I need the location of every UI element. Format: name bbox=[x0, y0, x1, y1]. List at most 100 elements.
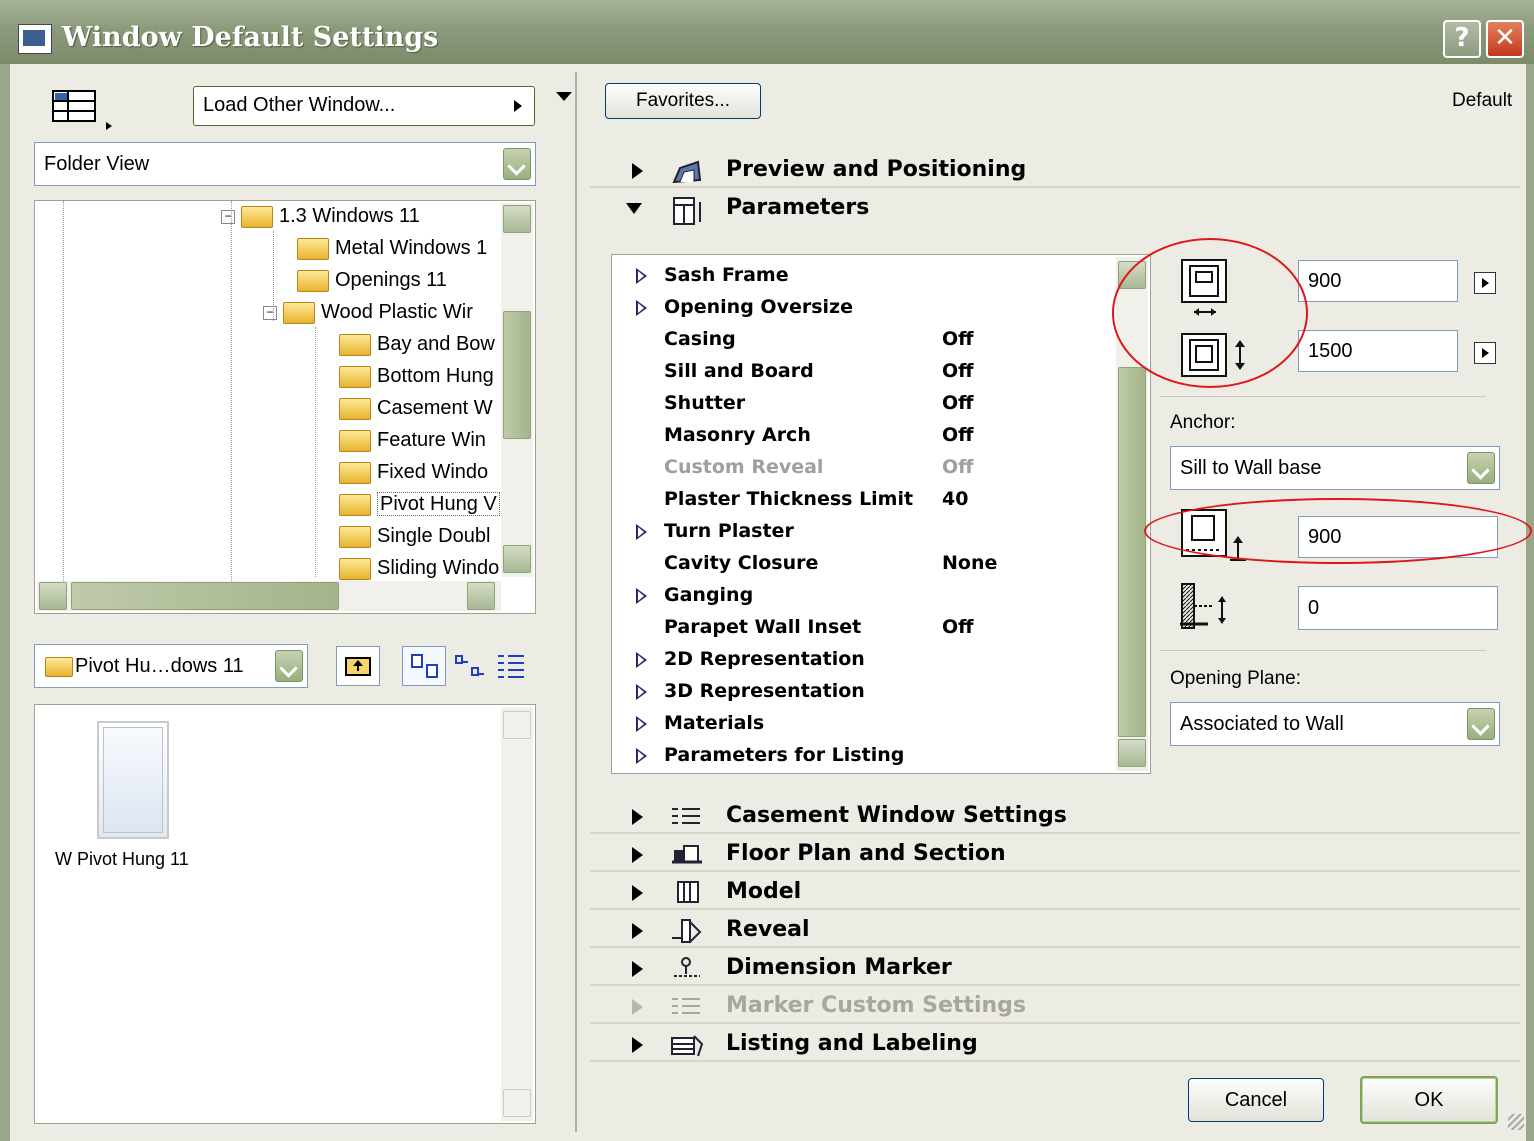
parameter-row[interactable]: Opening Oversize bbox=[612, 291, 1112, 323]
expand-arrow-icon[interactable] bbox=[636, 748, 647, 764]
scroll-left-button[interactable] bbox=[39, 582, 67, 610]
tree-item-bay-and-bow[interactable]: Bay and Bow bbox=[339, 333, 495, 363]
parameter-row[interactable]: Turn Plaster bbox=[612, 515, 1112, 547]
parameter-row[interactable]: Casing Off bbox=[612, 323, 1112, 355]
preview-view-icon[interactable] bbox=[402, 646, 446, 686]
view-mode-icon[interactable] bbox=[52, 90, 112, 130]
parameter-value[interactable]: Off bbox=[942, 355, 974, 387]
expand-arrow-icon[interactable] bbox=[636, 300, 647, 316]
load-other-window-button[interactable]: Load Other Window... bbox=[193, 86, 535, 126]
folder-up-icon[interactable] bbox=[336, 646, 380, 686]
tree-item-feature[interactable]: Feature Win bbox=[339, 429, 486, 459]
expand-arrow-icon[interactable] bbox=[632, 885, 643, 901]
opening-plane-select[interactable]: Associated to Wall bbox=[1170, 702, 1500, 746]
panel-divider[interactable] bbox=[575, 72, 577, 1132]
width-options-arrow-icon[interactable] bbox=[1474, 272, 1496, 294]
parameter-row[interactable]: Materials bbox=[612, 707, 1112, 739]
collapse-toggle-icon[interactable]: − bbox=[263, 305, 277, 320]
parameter-row[interactable]: Sash Frame bbox=[612, 259, 1112, 291]
panel-collapse-arrow-icon[interactable] bbox=[556, 92, 572, 101]
expand-arrow-icon[interactable] bbox=[636, 684, 647, 700]
tree-horizontal-scrollbar[interactable] bbox=[37, 581, 501, 611]
parameter-row[interactable]: Cavity Closure None bbox=[612, 547, 1112, 579]
tree-item-wood-plastic[interactable]: − Wood Plastic Wir bbox=[263, 301, 473, 331]
anchor-dropdown-button[interactable] bbox=[1467, 452, 1495, 484]
parameter-value[interactable]: Off bbox=[942, 323, 974, 355]
tree-item-openings[interactable]: Openings 11 bbox=[297, 269, 447, 299]
scroll-thumb[interactable] bbox=[1118, 367, 1146, 737]
section-dimension-marker[interactable]: Dimension Marker bbox=[590, 954, 1520, 986]
parameter-row[interactable]: Sill and Board Off bbox=[612, 355, 1112, 387]
section-model[interactable]: Model bbox=[590, 878, 1520, 910]
parameter-row[interactable]: 2D Representation bbox=[612, 643, 1112, 675]
expand-arrow-icon[interactable] bbox=[632, 961, 643, 977]
tree-vertical-scrollbar[interactable] bbox=[501, 203, 533, 577]
section-reveal[interactable]: Reveal bbox=[590, 916, 1520, 948]
parameter-value[interactable]: Off bbox=[942, 419, 974, 451]
width-input[interactable]: 900 bbox=[1298, 260, 1458, 302]
section-parameters[interactable]: Parameters bbox=[590, 194, 1520, 225]
expand-arrow-icon[interactable] bbox=[632, 163, 643, 179]
expand-arrow-icon[interactable] bbox=[632, 1037, 643, 1053]
scroll-thumb[interactable] bbox=[71, 582, 339, 610]
current-folder-select[interactable]: Pivot Hu…dows 11 bbox=[34, 644, 308, 688]
resize-grip-icon[interactable] bbox=[1508, 1114, 1524, 1130]
list-view-icon[interactable] bbox=[494, 650, 528, 684]
help-button[interactable]: ? bbox=[1443, 20, 1481, 58]
parameter-row[interactable]: Plaster Thickness Limit 40 bbox=[612, 483, 1112, 515]
parameter-row[interactable]: Shutter Off bbox=[612, 387, 1112, 419]
expand-arrow-icon[interactable] bbox=[636, 268, 647, 284]
tree-item-fixed[interactable]: Fixed Windo bbox=[339, 461, 488, 491]
cancel-button[interactable]: Cancel bbox=[1188, 1078, 1324, 1122]
parameter-value[interactable]: Off bbox=[942, 451, 974, 483]
favorites-button[interactable]: Favorites... bbox=[605, 83, 761, 119]
parameters-list[interactable]: Sash Frame Opening Oversize Casing Off Sill … bbox=[611, 254, 1151, 774]
folder-tree[interactable]: − 1.3 Windows 11 Metal Windows 1 Openings… bbox=[34, 200, 536, 614]
folder-dropdown-button[interactable] bbox=[275, 650, 303, 682]
scroll-up-button[interactable] bbox=[503, 711, 531, 739]
parameter-row[interactable]: 3D Representation bbox=[612, 675, 1112, 707]
parameter-row[interactable]: Parameters for Listing bbox=[612, 739, 1112, 771]
wall-offset-input[interactable]: 0 bbox=[1298, 586, 1498, 630]
object-preview-panel[interactable]: W Pivot Hung 11 bbox=[34, 704, 536, 1124]
scroll-right-button[interactable] bbox=[467, 582, 495, 610]
tree-item-casement[interactable]: Casement W bbox=[339, 397, 493, 427]
section-listing[interactable]: Listing and Labeling bbox=[590, 1030, 1520, 1062]
expand-arrow-icon[interactable] bbox=[636, 524, 647, 540]
parameter-row[interactable]: Ganging bbox=[612, 579, 1112, 611]
parameter-value[interactable]: Off bbox=[942, 387, 974, 419]
tree-item-windows-11[interactable]: − 1.3 Windows 11 bbox=[221, 205, 420, 235]
title-bar[interactable]: Window Default Settings ? ✕ bbox=[0, 0, 1534, 64]
expand-arrow-icon[interactable] bbox=[632, 847, 643, 863]
section-floor-plan[interactable]: Floor Plan and Section bbox=[590, 840, 1520, 872]
collapse-toggle-icon[interactable]: − bbox=[221, 209, 235, 224]
scroll-down-button[interactable] bbox=[1118, 739, 1146, 767]
tree-item-bottom-hung[interactable]: Bottom Hung bbox=[339, 365, 494, 395]
collapse-arrow-icon[interactable] bbox=[626, 203, 642, 214]
parameter-value[interactable]: Off bbox=[942, 611, 974, 643]
scroll-down-button[interactable] bbox=[503, 1089, 531, 1117]
height-input[interactable]: 1500 bbox=[1298, 330, 1458, 372]
scroll-down-button[interactable] bbox=[503, 545, 531, 573]
expand-arrow-icon[interactable] bbox=[632, 923, 643, 939]
tree-item-pivot-hung-selected[interactable]: Pivot Hung V bbox=[339, 492, 500, 523]
pivot-hung-thumbnail[interactable] bbox=[97, 721, 169, 839]
expand-arrow-icon[interactable] bbox=[636, 588, 647, 604]
tree-item-single-double[interactable]: Single Doubl bbox=[339, 525, 490, 555]
expand-arrow-icon[interactable] bbox=[632, 809, 643, 825]
height-options-arrow-icon[interactable] bbox=[1474, 342, 1496, 364]
opening-plane-dropdown-button[interactable] bbox=[1467, 708, 1495, 740]
expand-arrow-icon[interactable] bbox=[636, 716, 647, 732]
scroll-thumb[interactable] bbox=[503, 311, 531, 439]
section-preview-and-positioning[interactable]: Preview and Positioning bbox=[590, 156, 1520, 188]
preview-vertical-scrollbar[interactable] bbox=[501, 707, 533, 1121]
parameter-row[interactable]: Custom Reveal Off bbox=[612, 451, 1112, 483]
view-mode-dropdown-button[interactable] bbox=[503, 148, 531, 180]
ok-button[interactable]: OK bbox=[1360, 1076, 1498, 1124]
section-casement-settings[interactable]: Casement Window Settings bbox=[590, 802, 1520, 834]
scroll-up-button[interactable] bbox=[503, 205, 531, 233]
parameter-row[interactable]: Parapet Wall Inset Off bbox=[612, 611, 1112, 643]
parameter-row[interactable]: Masonry Arch Off bbox=[612, 419, 1112, 451]
small-icons-view-icon[interactable] bbox=[452, 650, 486, 684]
view-mode-select[interactable]: Folder View bbox=[34, 142, 536, 186]
